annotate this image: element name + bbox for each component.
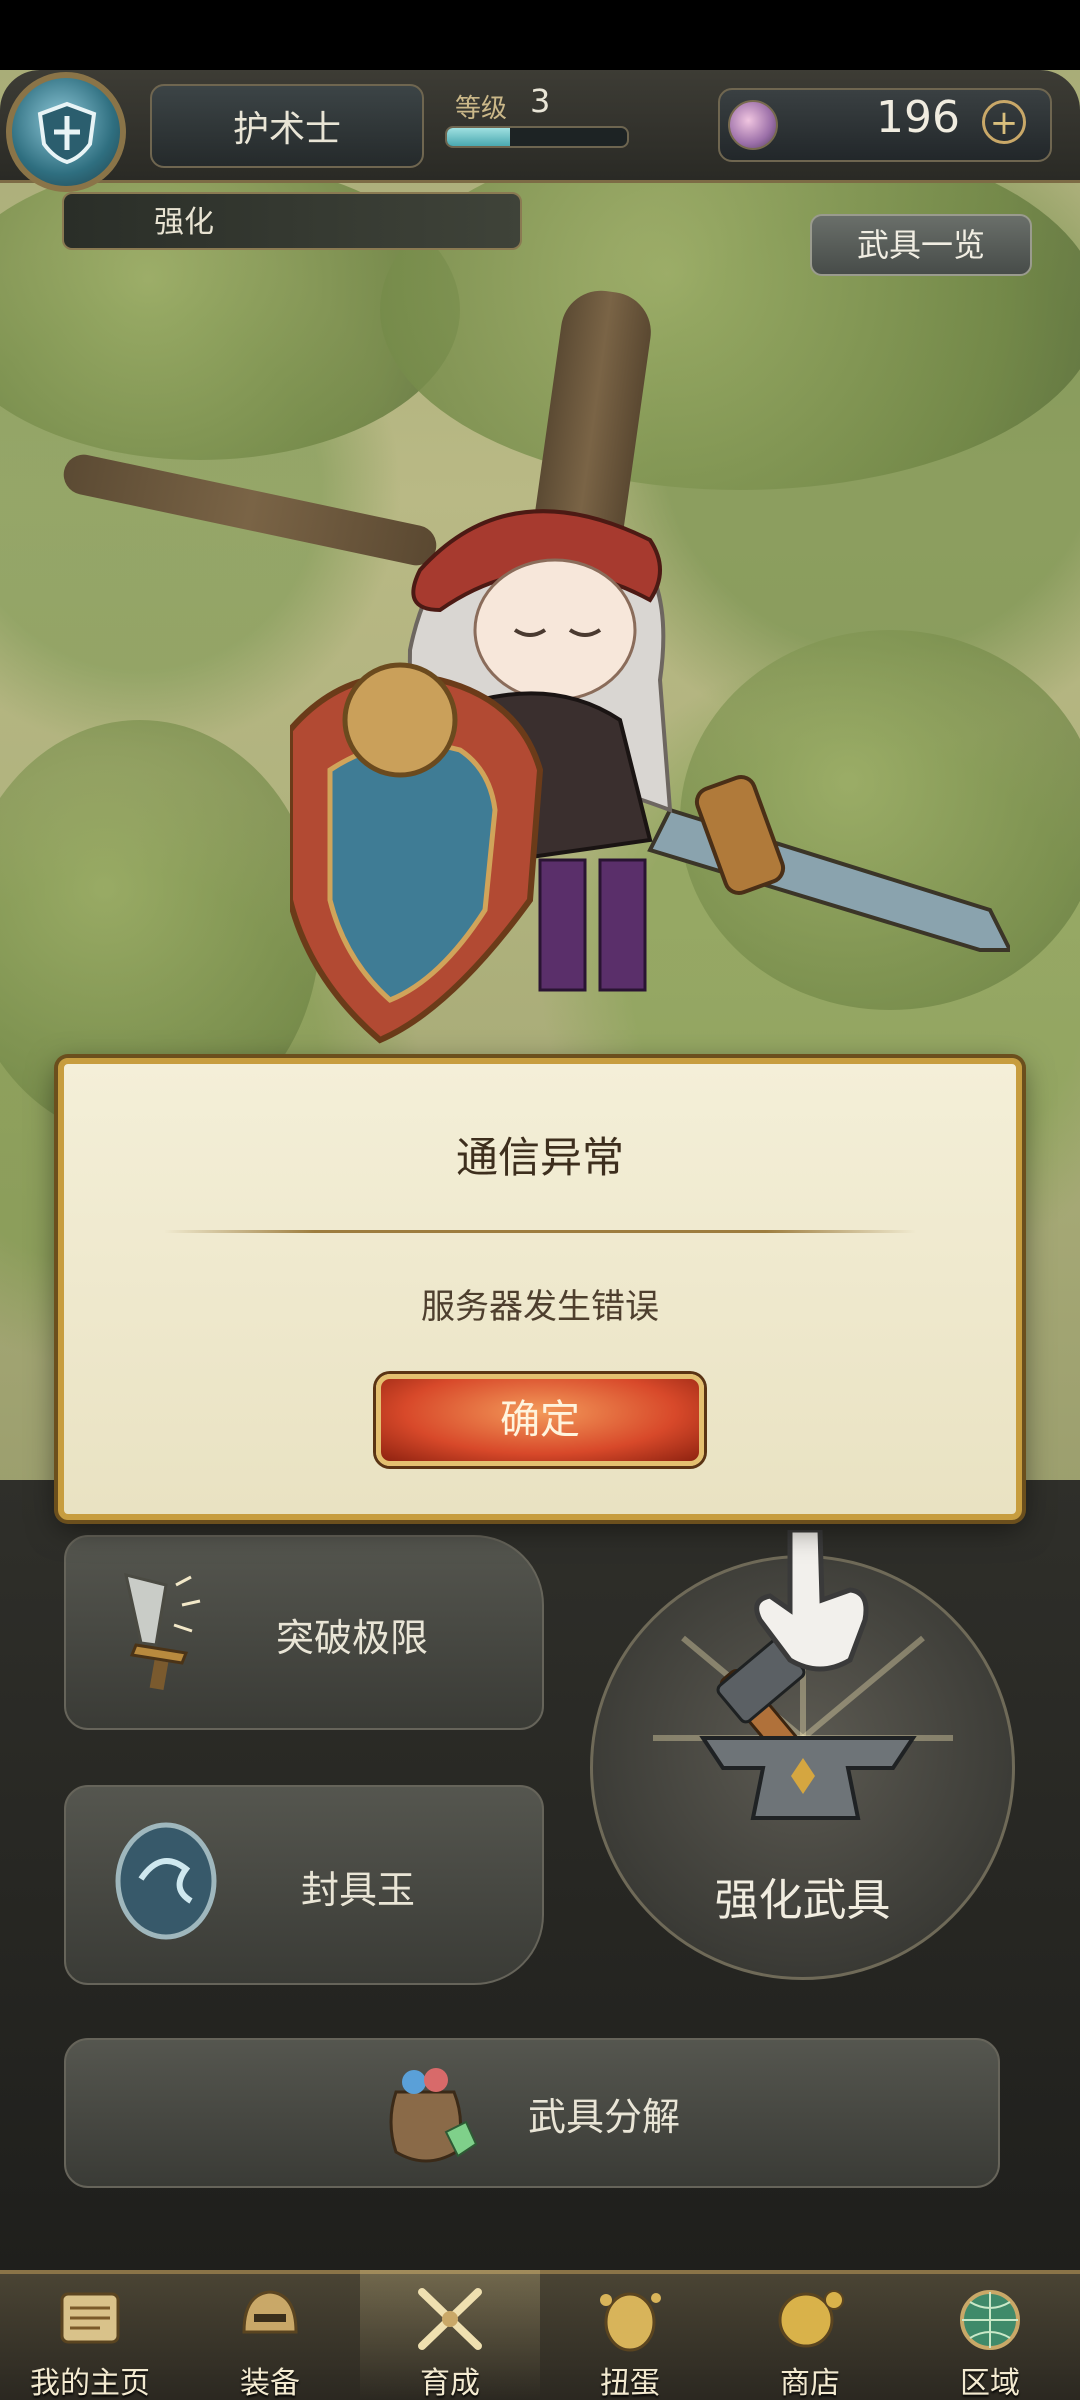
dialog-message: 服务器发生错误 (421, 1287, 659, 1327)
broken-sword-icon (124, 1572, 201, 1691)
nav-item-area[interactable]: 区域 (900, 2270, 1080, 2400)
add-gems-button[interactable]: + (982, 100, 1026, 144)
error-dialog: 通信异常 服务器发生错误 确定 (58, 1058, 1022, 1520)
dismantle-button[interactable]: 武具分解 (64, 2038, 1000, 2188)
nav-item-training[interactable]: 育成 (360, 2270, 540, 2400)
game-screen: 护术士 等级 3 196 + 强化 武具一览 突破极限 封具玉 强化武具 武具分… (0, 0, 1080, 2400)
seal-gem-button[interactable]: 封具玉 (64, 1785, 544, 1985)
nav-item-home[interactable]: 我的主页 (0, 2270, 180, 2400)
nav-item-gacha[interactable]: 扭蛋 (540, 2270, 720, 2400)
nav-item-shop[interactable]: 商店 (720, 2270, 900, 2400)
confirm-button[interactable]: 确定 (376, 1374, 704, 1466)
pointing-hand-icon (754, 1530, 869, 1672)
seal-gem-icon (115, 1822, 217, 1940)
nav-label: 育成 (420, 2366, 480, 2400)
nav-label: 装备 (240, 2366, 300, 2400)
section-title: 强化 (62, 192, 522, 250)
character-illustration (290, 509, 1010, 1044)
level-progress-fill (447, 128, 510, 146)
gold-coin-icon (778, 2290, 844, 2348)
scroll-icon (60, 2292, 120, 2344)
helmet-icon (242, 2290, 298, 2334)
limit-break-label: 突破极限 (276, 1616, 429, 1660)
level-label: 等级 (455, 94, 508, 124)
job-name: 护术士 (150, 84, 424, 168)
shield-icon (37, 101, 97, 165)
weapon-list-button[interactable]: 武具一览 (810, 214, 1032, 276)
level-progress-bar (445, 126, 629, 148)
material-bag-icon (389, 2068, 478, 2163)
class-crest[interactable] (6, 72, 126, 192)
gem-count: 196 (876, 92, 960, 143)
enhance-weapon-label: 强化武具 (714, 1875, 891, 1926)
nav-item-equipment[interactable]: 装备 (180, 2270, 360, 2400)
tree-canopy (380, 130, 1080, 490)
nav-label: 区域 (960, 2366, 1020, 2400)
gem-icon (728, 100, 778, 150)
limit-break-button[interactable]: 突破极限 (64, 1535, 544, 1730)
dialog-title: 通信异常 (455, 1133, 624, 1182)
dialog-divider (164, 1230, 916, 1233)
nav-label: 扭蛋 (600, 2366, 660, 2400)
globe-icon (960, 2290, 1020, 2350)
status-bar (0, 0, 1080, 70)
egg-gacha-icon (600, 2292, 661, 2352)
seal-gem-label: 封具玉 (301, 1868, 416, 1912)
nav-label: 我的主页 (30, 2366, 150, 2400)
nav-label: 商店 (780, 2366, 840, 2400)
dismantle-label: 武具分解 (528, 2095, 681, 2139)
level-value: 3 (530, 82, 551, 120)
crossed-swords-icon (418, 2288, 482, 2350)
